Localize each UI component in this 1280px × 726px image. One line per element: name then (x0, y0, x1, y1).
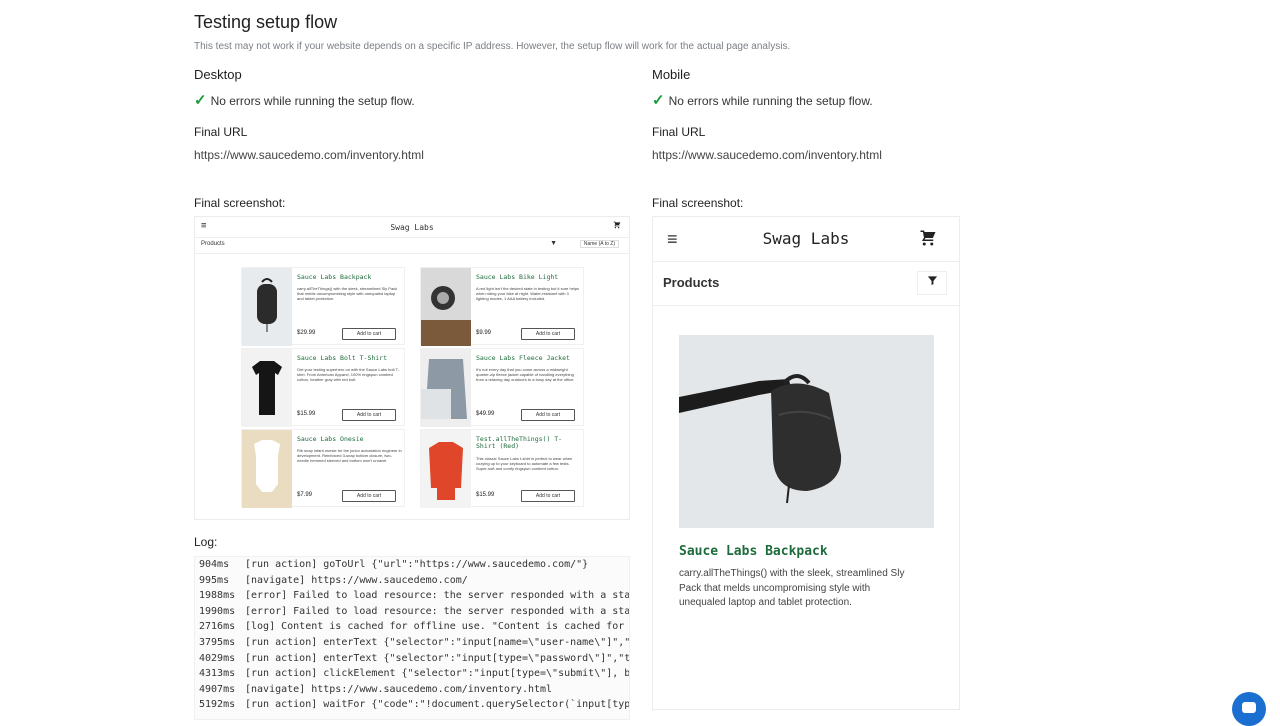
product-name: Sauce Labs Bolt T-Shirt (297, 354, 388, 362)
product-card: Sauce Labs Backpack carry.allTheThings()… (241, 267, 405, 346)
product-card: Sauce Labs Fleece Jacket It's not every … (420, 348, 584, 427)
shopping-cart-icon (613, 221, 621, 232)
desktop-shot-subheader: Products ▼ Name (A to Z) (195, 237, 629, 254)
product-name: Sauce Labs Fleece Jacket (476, 354, 570, 362)
mobile-shot-brand: Swag Labs (762, 229, 850, 248)
hamburger-menu-icon: ≡ (201, 221, 207, 231)
desktop-shot-header: ≡ Swag Labs (195, 217, 629, 238)
product-image-backpack (242, 268, 292, 346)
mobile-status: ✓ No errors while running the setup flow… (652, 93, 873, 108)
product-image-fleece-jacket (421, 349, 471, 427)
add-to-cart-button: Add to cart (342, 409, 396, 421)
desktop-shot-brand: Swag Labs (390, 222, 434, 232)
product-desc: carry.allTheThings() with the sleek, str… (679, 568, 905, 608)
desktop-screenshot: ≡ Swag Labs Products ▼ Name (A to Z) Sau… (194, 216, 630, 520)
product-card: Sauce Labs Bolt T-Shirt Get your testing… (241, 348, 405, 427)
log-entry: 995ms [navigate] https://www.saucedemo.co… (199, 574, 468, 586)
mobile-final-url-label: Final URL (652, 125, 706, 139)
add-to-cart-button: Add to cart (521, 409, 575, 421)
mobile-shot-subheader: Products (653, 261, 959, 306)
mobile-final-url: https://www.saucedemo.com/inventory.html (652, 148, 882, 162)
product-price: $7.99 (297, 492, 313, 498)
page-subtitle: This test may not work if your website d… (194, 41, 791, 52)
filter-icon: ▼ (550, 240, 557, 247)
chat-bubble-icon[interactable] (1232, 692, 1266, 726)
product-image-bike-light (421, 268, 471, 346)
product-name: Sauce Labs Bike Light (476, 273, 559, 281)
desktop-screenshot-label: Final screenshot: (194, 196, 286, 210)
log-entry: 4313ms [run action] clickElement {"select… (199, 668, 630, 680)
product-name: Sauce Labs Onesie (297, 435, 364, 443)
log-label: Log: (194, 535, 218, 549)
product-name: Test.allTheThings() T-Shirt (Red) (476, 435, 563, 451)
product-desc: carry.allTheThings() with the sleek, str… (297, 286, 398, 302)
product-price: $29.99 (297, 330, 316, 336)
product-image-red-tshirt (421, 430, 471, 508)
log-entry: 5192ms [run action] waitFor {"code":"!doc… (199, 699, 630, 711)
product-name: Sauce Labs Backpack (297, 273, 372, 281)
log-entry: 1990ms [error] Failed to load resource: t… (199, 605, 630, 617)
desktop-shot-section: Products (201, 241, 225, 247)
product-image-bolt-tshirt (242, 349, 292, 427)
desktop-shot-sort: Name (A to Z) (579, 240, 619, 248)
product-desc: This classic Sauce Labs t-shirt is perfe… (476, 456, 573, 472)
product-desc: A red light isn't the desired state in t… (476, 286, 580, 302)
product-price: $9.99 (476, 330, 492, 336)
log-entry: 4907ms [navigate] https://www.saucedemo.c… (199, 683, 553, 695)
check-icon: ✓ (194, 92, 207, 109)
product-image-onesie (242, 430, 292, 508)
product-image-backpack (679, 335, 934, 528)
page-title: Testing setup flow (194, 12, 338, 32)
shopping-cart-icon (919, 229, 937, 252)
mobile-shot-section: Products (663, 275, 720, 290)
add-to-cart-button: Add to cart (521, 328, 575, 340)
desktop-status-text: No errors while running the setup flow. (210, 93, 415, 108)
log-panel[interactable]: 904ms [run action] goToUrl {"url":"https:… (194, 556, 630, 720)
add-to-cart-button: Add to cart (521, 490, 575, 502)
mobile-status-text: No errors while running the setup flow. (668, 93, 873, 108)
log-entry: 2716ms [log] Content is cached for offlin… (199, 621, 630, 633)
log-entry: 1988ms [error] Failed to load resource: t… (199, 590, 630, 602)
product-card: Sauce Labs Bike Light A red light isn't … (420, 267, 584, 346)
desktop-final-url-label: Final URL (194, 125, 248, 139)
check-icon: ✓ (652, 92, 665, 109)
product-price: $15.99 (297, 411, 316, 417)
desktop-final-url: https://www.saucedemo.com/inventory.html (194, 148, 424, 162)
desktop-heading: Desktop (194, 67, 242, 82)
add-to-cart-button: Add to cart (342, 328, 396, 340)
desktop-status: ✓ No errors while running the setup flow… (194, 93, 415, 108)
mobile-shot-header: ≡ Swag Labs (653, 217, 959, 262)
log-entry: 4029ms [run action] enterText {"selector"… (199, 652, 630, 664)
product-desc: Get your testing superhero on with the S… (297, 367, 400, 383)
product-name: Sauce Labs Backpack (679, 544, 828, 559)
filter-icon (917, 271, 947, 295)
add-to-cart-button: Add to cart (342, 490, 396, 502)
product-desc: Rib snap infant onesie for the junior au… (297, 448, 402, 464)
mobile-screenshot: ≡ Swag Labs Products Sauce Labs Backpack… (652, 216, 960, 710)
product-card: Test.allTheThings() T-Shirt (Red) This c… (420, 429, 584, 508)
product-price: $49.99 (476, 411, 495, 417)
log-entry: 3795ms [run action] enterText {"selector"… (199, 636, 630, 648)
mobile-screenshot-label: Final screenshot: (652, 196, 744, 210)
mobile-heading: Mobile (652, 67, 691, 82)
product-desc: It's not every day that you come across … (476, 367, 575, 383)
product-card: Sauce Labs Onesie Rib snap infant onesie… (241, 429, 405, 508)
log-entry: 904ms [run action] goToUrl {"url":"https:… (199, 559, 589, 570)
product-price: $15.99 (476, 492, 495, 498)
